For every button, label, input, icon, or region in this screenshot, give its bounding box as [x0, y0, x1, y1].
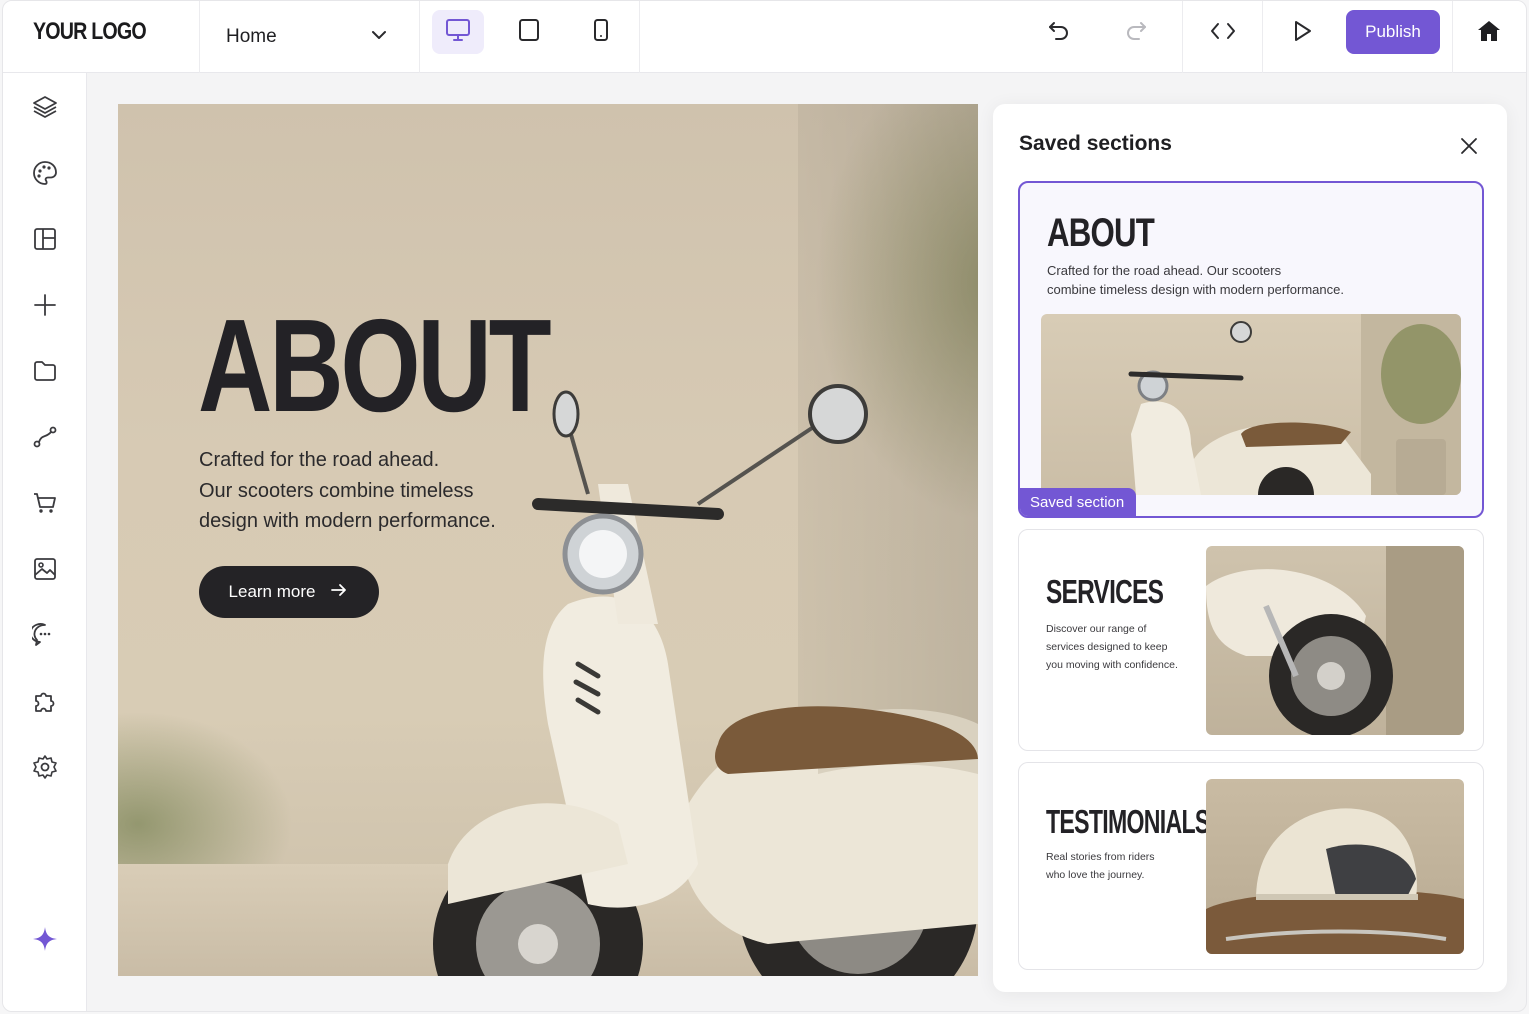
layers-icon — [32, 94, 58, 125]
desktop-icon — [445, 17, 471, 48]
sidebar-item-layers[interactable] — [29, 93, 61, 125]
tablet-icon — [517, 18, 541, 47]
card-description: Crafted for the road ahead. Our scooters… — [1047, 261, 1344, 299]
card-text-line: Discover our range of — [1046, 623, 1147, 635]
top-toolbar: YOUR LOGO Home Publish — [3, 1, 1526, 73]
card-heading: ABOUT — [1047, 211, 1155, 255]
undo-icon — [1046, 18, 1072, 49]
sidebar-item-settings[interactable] — [29, 753, 61, 785]
divider — [1262, 1, 1263, 73]
folder-icon — [32, 358, 58, 389]
mobile-icon — [589, 18, 613, 47]
scooter-thumbnail-image — [1128, 314, 1461, 495]
canvas-hero-section[interactable]: ABOUT Crafted for the road ahead. Our sc… — [118, 104, 978, 976]
home-button[interactable] — [1473, 17, 1505, 49]
panel-title: Saved sections — [1019, 132, 1172, 155]
sidebar-item-comments[interactable] — [29, 621, 61, 653]
desktop-view-button[interactable] — [432, 10, 484, 54]
page-selector-label: Home — [226, 26, 277, 47]
card-thumbnail — [1041, 314, 1461, 495]
card-text-line: Real stories from riders — [1046, 851, 1155, 863]
hero-body-line: design with modern performance. — [199, 510, 496, 532]
tablet-view-button[interactable] — [503, 10, 555, 54]
card-thumbnail — [1206, 779, 1464, 954]
sidebar-item-ai-assistant[interactable] — [29, 925, 61, 957]
hero-body-text: Crafted for the road ahead. Our scooters… — [199, 445, 519, 537]
sidebar-item-add[interactable] — [29, 291, 61, 323]
play-icon — [1289, 18, 1315, 49]
cart-icon — [32, 490, 58, 521]
sidebar-item-files[interactable] — [29, 357, 61, 389]
card-thumbnail — [1206, 546, 1464, 735]
card-description: Real stories from riders who love the jo… — [1046, 848, 1155, 884]
preview-button[interactable] — [1286, 17, 1318, 49]
hero-body-line: Crafted for the road ahead. — [199, 449, 440, 471]
card-text-line: combine timeless design with modern perf… — [1047, 282, 1344, 297]
sidebar-item-store[interactable] — [29, 489, 61, 521]
close-icon — [1458, 135, 1480, 162]
card-text-line: Crafted for the road ahead. Our scooters — [1047, 263, 1282, 278]
sidebar-item-layout[interactable] — [29, 225, 61, 257]
divider — [1452, 1, 1453, 73]
palette-icon — [32, 160, 58, 191]
close-panel-button[interactable] — [1453, 132, 1485, 164]
card-text-line: services designed to keep — [1046, 641, 1168, 653]
saved-section-card-about[interactable]: ABOUT Crafted for the road ahead. Our sc… — [1018, 181, 1484, 518]
arrow-right-icon — [329, 580, 349, 605]
learn-more-label: Learn more — [228, 582, 316, 601]
saved-section-card-services[interactable]: SERVICES Discover our range of services … — [1018, 529, 1484, 751]
saved-section-badge: Saved section — [1020, 488, 1137, 516]
redo-button[interactable] — [1120, 17, 1152, 49]
hero-heading: ABOUT — [198, 292, 552, 439]
scooter-wheel-thumbnail-image — [1206, 546, 1464, 735]
sidebar-item-interactions[interactable] — [29, 423, 61, 455]
card-text-line: you moving with confidence. — [1046, 659, 1178, 671]
divider — [1182, 1, 1183, 73]
card-heading: TESTIMONIALS — [1046, 803, 1210, 840]
code-icon — [1209, 18, 1237, 49]
sidebar-item-apps[interactable] — [29, 687, 61, 719]
card-text-line: who love the journey. — [1046, 869, 1145, 881]
hero-body-line: Our scooters combine timeless — [199, 479, 474, 502]
divider — [639, 1, 640, 73]
page-selector[interactable]: Home — [199, 1, 419, 73]
saved-sections-panel: Saved sections ABOUT Crafted for the roa… — [993, 104, 1507, 992]
chat-icon — [29, 622, 58, 653]
image-icon — [32, 556, 58, 587]
route-icon — [32, 424, 58, 455]
redo-icon — [1123, 18, 1149, 49]
app-window: YOUR LOGO Home Publish ABOUT Crafted for… — [2, 0, 1527, 1012]
plus-icon — [32, 292, 58, 323]
helmet-thumbnail-image — [1206, 808, 1464, 954]
sidebar-item-theme[interactable] — [29, 159, 61, 191]
code-button[interactable] — [1207, 17, 1239, 49]
card-heading: SERVICES — [1046, 573, 1164, 610]
mobile-view-button[interactable] — [575, 10, 627, 54]
puzzle-icon — [32, 688, 58, 719]
learn-more-button[interactable]: Learn more — [199, 566, 379, 618]
sparkle-icon — [31, 925, 59, 958]
card-description: Discover our range of services designed … — [1046, 620, 1178, 674]
saved-section-card-testimonials[interactable]: TESTIMONIALS Real stories from riders wh… — [1018, 762, 1484, 970]
home-icon — [1476, 18, 1502, 49]
settings-icon — [32, 754, 58, 785]
publish-button[interactable]: Publish — [1346, 10, 1440, 54]
divider — [419, 1, 420, 73]
undo-button[interactable] — [1043, 17, 1075, 49]
layout-icon — [32, 226, 58, 257]
left-sidebar — [3, 73, 87, 1011]
chevron-down-icon — [369, 25, 389, 50]
sidebar-item-media[interactable] — [29, 555, 61, 587]
logo: YOUR LOGO — [33, 18, 147, 45]
